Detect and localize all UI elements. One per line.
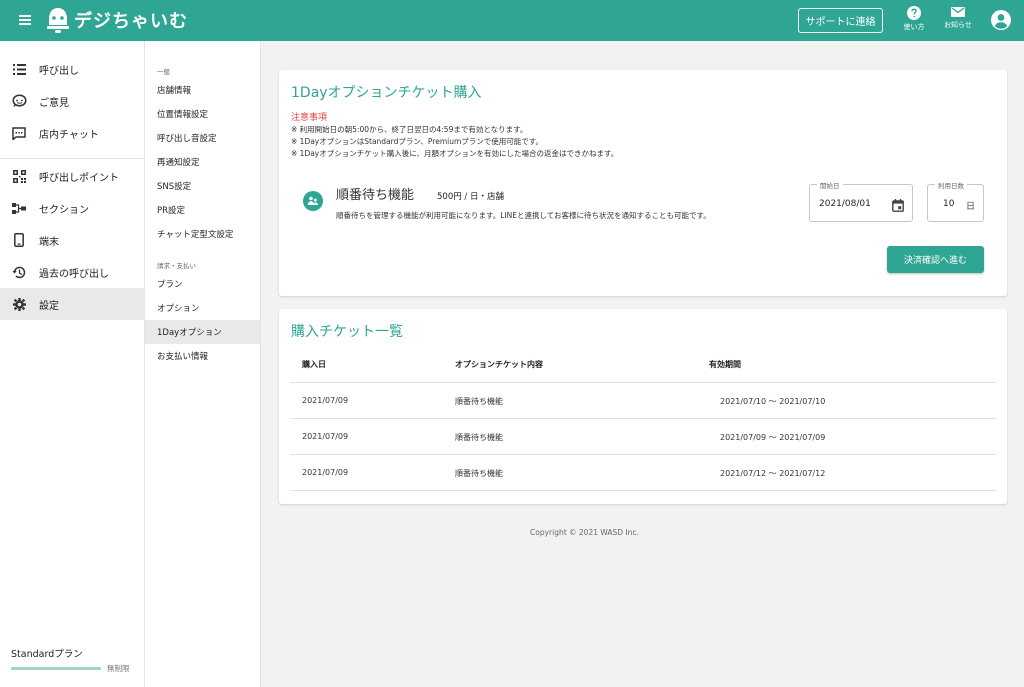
notice-button[interactable]: お知らせ [940, 6, 976, 36]
account-circle-icon [991, 10, 1011, 30]
subnav-item-chat-templates[interactable]: チャット定型文設定 [145, 222, 260, 246]
logo-text: デジちゃいむ [74, 11, 188, 32]
feedback-icon [11, 93, 27, 109]
settings-subnav: 一般 店舗情報 位置情報設定 呼び出し音設定 再通知設定 SNS設定 PR設定 … [145, 41, 261, 687]
subnav-item-payment-info[interactable]: お支払い情報 [145, 344, 260, 368]
ticket-list-title: 購入チケット一覧 [291, 324, 403, 340]
usage-days-unit: 日 [966, 202, 976, 212]
start-date-field[interactable]: 開始日 2021/08/01 [809, 180, 913, 222]
nav-item-settings[interactable]: 設定 [0, 288, 145, 320]
nav-item-chat[interactable]: 店内チャット [0, 117, 145, 149]
account-button[interactable] [990, 9, 1012, 35]
section-icon [11, 200, 27, 216]
nav-label: ご意見 [39, 97, 69, 109]
usage-days-value[interactable]: 10 [943, 199, 954, 209]
nav-item-section[interactable]: セクション [0, 192, 145, 224]
column-header-valid-period: 有効期間 [709, 360, 741, 369]
list-icon [11, 61, 27, 77]
subnav-item-pr[interactable]: PR設定 [145, 198, 260, 222]
plan-limit: 無制限 [107, 664, 130, 673]
cell-purchase-date: 2021/07/09 [302, 396, 349, 405]
subnav-item-call-sound[interactable]: 呼び出し音設定 [145, 126, 260, 150]
queue-feature-icon [303, 191, 323, 211]
table-row: 2021/07/09 順番待ち機能 2021/07/10 〜 2021/07/1… [290, 383, 996, 419]
subnav-item-location[interactable]: 位置情報設定 [145, 102, 260, 126]
nav-item-history[interactable]: 過去の呼び出し [0, 256, 145, 288]
notice-title: 注意事項 [291, 113, 328, 123]
usage-days-field[interactable]: 利用日数 10 日 [927, 180, 984, 222]
cell-ticket-content: 順番待ち機能 [455, 397, 503, 406]
subnav-heading-billing: 請求・支払い [157, 262, 196, 270]
plan-usage-bar [11, 667, 101, 670]
chat-icon [11, 125, 27, 141]
nav-label: 設定 [39, 300, 59, 312]
menu-icon[interactable] [14, 11, 36, 31]
calendar-icon[interactable] [892, 197, 904, 216]
start-date-value[interactable]: 2021/08/01 [819, 199, 871, 209]
start-date-label: 開始日 [817, 180, 843, 190]
nav-label: 過去の呼び出し [39, 268, 109, 280]
purchase-title: 1Dayオプションチケット購入 [291, 85, 482, 101]
subnav-item-options[interactable]: オプション [145, 296, 260, 320]
plan-name: Standardプラン [11, 649, 83, 660]
help-label: 使い方 [903, 23, 925, 31]
copyright-text: Copyright © 2021 WASD Inc. [530, 528, 639, 537]
cell-purchase-date: 2021/07/09 [302, 468, 349, 477]
subnav-heading-general: 一般 [157, 68, 170, 76]
nav-label: 呼び出しポイント [39, 172, 119, 184]
cell-valid-period: 2021/07/10 〜 2021/07/10 [720, 397, 826, 406]
feature-price: 500円 / 日・店舗 [437, 192, 504, 202]
nav-label: 店内チャット [39, 129, 99, 141]
main-sidebar: 呼び出し ご意見 店内チャット 呼び出しポイント セクション 端末 過去の呼び出… [0, 41, 145, 687]
notice-line: ※ 1DayオプションはStandardプラン、Premiumプランで使用可能で… [291, 137, 544, 146]
bell-logo-icon [47, 8, 69, 33]
nav-label: 呼び出し [39, 65, 79, 77]
app-header: デジちゃいむ サポートに連絡 使い方 お知らせ [0, 0, 1024, 41]
table-header: 購入日 オプションチケット内容 有効期間 [290, 347, 996, 383]
device-icon [11, 232, 27, 248]
nav-label: セクション [39, 204, 89, 216]
column-header-ticket-content: オプションチケット内容 [455, 360, 543, 369]
ticket-list-card: 購入チケット一覧 購入日 オプションチケット内容 有効期間 2021/07/09… [279, 309, 1007, 504]
purchase-card: 1Dayオプションチケット購入 注意事項 ※ 利用開始日の朝5:00から、終了日… [279, 70, 1007, 296]
notice-label: お知らせ [944, 21, 972, 29]
nav-item-call-points[interactable]: 呼び出しポイント [0, 160, 145, 192]
feature-name: 順番待ち機能 [336, 188, 415, 203]
nav-item-device[interactable]: 端末 [0, 224, 145, 256]
support-button[interactable]: サポートに連絡 [798, 8, 883, 33]
nav-label: 端末 [39, 236, 59, 248]
table-row: 2021/07/09 順番待ち機能 2021/07/09 〜 2021/07/0… [290, 419, 996, 455]
app-logo[interactable]: デジちゃいむ [46, 4, 188, 36]
subnav-item-store-info[interactable]: 店舗情報 [145, 78, 260, 102]
notice-line: ※ 利用開始日の朝5:00から、終了日翌日の4:59まで有効となります。 [291, 125, 528, 134]
plan-usage-fill [11, 667, 101, 670]
subnav-item-sns[interactable]: SNS設定 [145, 174, 260, 198]
proceed-to-payment-button[interactable]: 決済確認へ進む [887, 246, 984, 273]
table-row: 2021/07/09 順番待ち機能 2021/07/12 〜 2021/07/1… [290, 455, 996, 491]
usage-days-label: 利用日数 [935, 180, 967, 190]
subnav-item-renotify[interactable]: 再通知設定 [145, 150, 260, 174]
qr-code-icon [11, 168, 27, 184]
subnav-item-plan[interactable]: プラン [145, 272, 260, 296]
help-icon [907, 6, 921, 20]
history-icon [11, 264, 27, 280]
feature-description: 順番待ちを管理する機能が利用可能になります。LINEと連携してお客様に待ち状況を… [336, 211, 711, 220]
column-header-purchase-date: 購入日 [302, 360, 326, 369]
gear-icon [11, 296, 27, 312]
nav-item-call[interactable]: 呼び出し [0, 53, 145, 85]
cell-purchase-date: 2021/07/09 [302, 432, 349, 441]
notice-line: ※ 1Dayオプションチケット購入後に、月額オプションを有効にした場合の返金はで… [291, 149, 619, 158]
nav-divider [0, 158, 145, 159]
cell-ticket-content: 順番待ち機能 [455, 469, 503, 478]
subnav-item-1day-option[interactable]: 1Dayオプション [145, 320, 260, 344]
mail-icon [951, 7, 965, 17]
help-button[interactable]: 使い方 [896, 6, 932, 36]
cell-valid-period: 2021/07/12 〜 2021/07/12 [720, 469, 826, 478]
cell-ticket-content: 順番待ち機能 [455, 433, 503, 442]
cell-valid-period: 2021/07/09 〜 2021/07/09 [720, 433, 826, 442]
nav-item-feedback[interactable]: ご意見 [0, 85, 145, 117]
